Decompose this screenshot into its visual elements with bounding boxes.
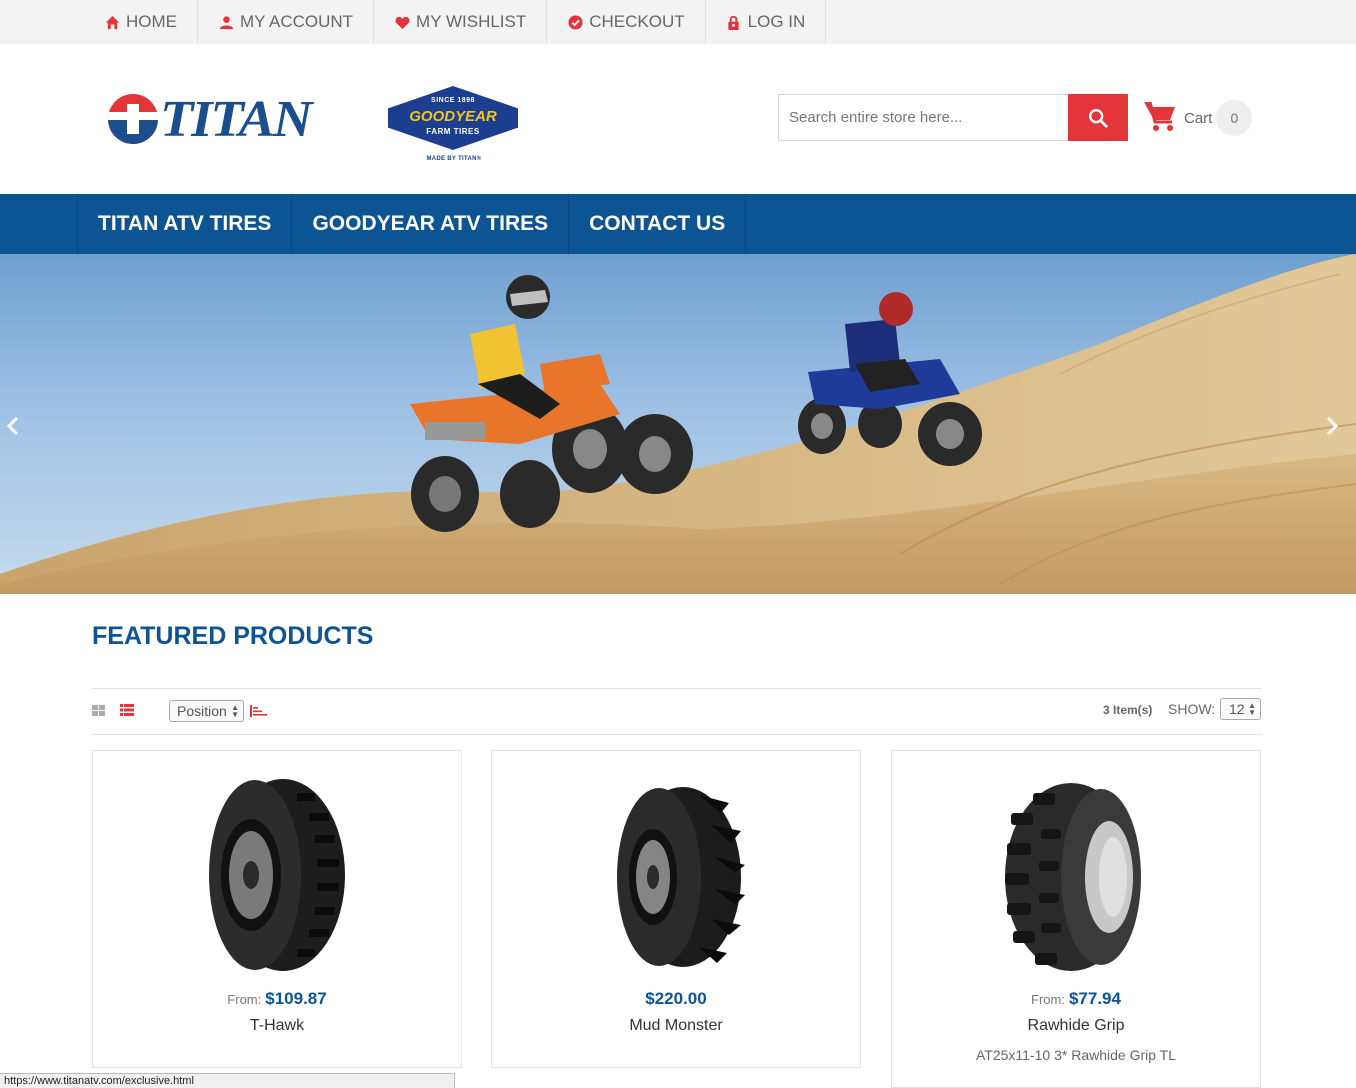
top-link-home[interactable]: HOME: [84, 0, 198, 44]
top-bar: HOME MY ACCOUNT MY WISHLIST CHECKOUT LOG…: [0, 0, 1356, 44]
product-card[interactable]: $220.00 Mud Monster: [491, 750, 861, 1068]
product-name[interactable]: Rawhide Grip: [892, 1017, 1260, 1035]
titan-logo-text: TITAN: [160, 90, 312, 148]
atv-rider-blue: [798, 292, 982, 466]
product-card[interactable]: From: $77.94 Rawhide Grip AT25x11-10 3* R…: [891, 750, 1261, 1088]
search-input[interactable]: [778, 94, 1068, 141]
chevron-left-icon: [6, 416, 19, 436]
titan-logo-mark: [108, 94, 158, 144]
product-subtitle: AT25x11-10 3* Rawhide Grip TL: [976, 1047, 1176, 1063]
cart-label: Cart: [1184, 109, 1213, 127]
cart-button[interactable]: Cart 0: [1142, 98, 1253, 139]
nav-item-titan-atv-tires[interactable]: TITAN ATV TIRES: [78, 194, 293, 254]
titan-logo[interactable]: TITAN: [108, 90, 352, 148]
select-arrows-icon: ▲ ▼: [231, 703, 239, 719]
sort-direction-icon[interactable]: [250, 704, 268, 718]
list-view-icon[interactable]: [120, 704, 134, 716]
product-price-line: From: $109.87: [93, 989, 461, 1009]
banner-prev-arrow[interactable]: [3, 414, 23, 438]
from-label: From:: [1031, 992, 1065, 1007]
lock-icon: [726, 14, 742, 30]
items-count: 3 Item(s): [1103, 703, 1153, 717]
top-link-label: MY ACCOUNT: [240, 12, 354, 31]
home-icon: [104, 14, 120, 30]
top-link-label: HOME: [126, 12, 177, 31]
product-price: $109.87: [265, 989, 327, 1008]
top-link-label: MY WISHLIST: [416, 12, 527, 31]
top-link-label: CHECKOUT: [589, 12, 685, 31]
product-price-line: $220.00: [492, 989, 860, 1009]
from-label: From:: [227, 992, 262, 1007]
product-name[interactable]: Mud Monster: [492, 1017, 860, 1035]
check-circle-icon: [567, 14, 583, 30]
goodyear-since-text: SINCE 1898: [431, 97, 475, 104]
tire-image: [617, 787, 745, 967]
product-price-line: From: $77.94: [892, 989, 1260, 1009]
top-link-log-in[interactable]: LOG IN: [706, 0, 827, 44]
top-links: HOME MY ACCOUNT MY WISHLIST CHECKOUT LOG…: [84, 0, 827, 44]
cart-icon: [1142, 98, 1178, 139]
top-link-checkout[interactable]: CHECKOUT: [547, 0, 706, 44]
cart-count-badge: 0: [1216, 100, 1253, 136]
product-image[interactable]: [492, 773, 860, 983]
atv-rider-orange: [410, 275, 693, 532]
search-icon: [1089, 108, 1108, 128]
product-image[interactable]: [892, 773, 1260, 983]
product-image[interactable]: [93, 773, 461, 983]
banner-next-arrow[interactable]: [1322, 414, 1342, 438]
heart-icon: [394, 14, 410, 30]
goodyear-logo[interactable]: SINCE 1898 GOODYEAR FARM TIRES MADE BY T…: [386, 84, 522, 170]
banner-image: [0, 254, 1356, 594]
grid-view-icon[interactable]: [92, 705, 105, 716]
nav-item-contact-us[interactable]: CONTACT US: [569, 194, 747, 254]
product-card[interactable]: From: $109.87 T-Hawk: [92, 750, 462, 1068]
product-price: $77.94: [1068, 989, 1121, 1008]
goodyear-made-by-text: MADE BY TITAN®: [426, 156, 482, 162]
show-label: SHOW:: [1168, 701, 1216, 717]
product-name[interactable]: T-Hawk: [93, 1017, 461, 1035]
limit-value: 12: [1229, 701, 1245, 717]
chevron-right-icon: [1326, 416, 1339, 436]
search-button[interactable]: [1068, 94, 1128, 141]
tire-image: [1005, 783, 1141, 971]
goodyear-farm-text: FARM TIRES: [426, 127, 480, 136]
top-link-my-account[interactable]: MY ACCOUNT: [198, 0, 375, 44]
hero-banner[interactable]: [0, 254, 1356, 594]
main-nav: TITAN ATV TIRES GOODYEAR ATV TIRES CONTA…: [0, 194, 1356, 254]
products-toolbar: Position ▲ ▼ 3 Item(s) SHOW: 12 ▲ ▼: [92, 688, 1262, 735]
search-form: [778, 94, 1128, 141]
featured-products-title: FEATURED PRODUCTS: [92, 622, 374, 650]
browser-status-url: https://www.titanatv.com/exclusive.html: [0, 1073, 455, 1088]
select-arrows-icon: ▲ ▼: [1248, 701, 1256, 717]
sort-by-select[interactable]: Position ▲ ▼: [169, 700, 244, 722]
goodyear-name-text: GOODYEAR: [409, 108, 497, 125]
product-price: $220.00: [645, 989, 707, 1008]
sort-by-value: Position: [177, 703, 227, 719]
tire-image: [209, 779, 345, 971]
user-icon: [218, 14, 234, 30]
nav-item-goodyear-atv-tires[interactable]: GOODYEAR ATV TIRES: [292, 194, 570, 254]
top-link-my-wishlist[interactable]: MY WISHLIST: [374, 0, 548, 44]
limit-select[interactable]: 12 ▲ ▼: [1220, 698, 1261, 720]
top-link-label: LOG IN: [747, 12, 806, 31]
